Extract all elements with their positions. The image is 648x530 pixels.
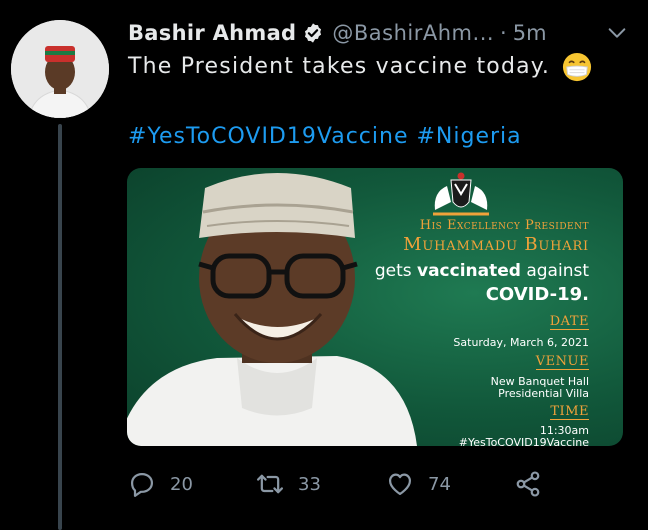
coat-of-arms-icon [433, 172, 489, 216]
author-handle[interactable]: @BashirAhm... [332, 21, 494, 45]
tweet-text-body: The President takes vaccine today. [128, 54, 551, 79]
verified-badge-icon [305, 23, 322, 43]
venue-label: VENUE [535, 354, 589, 370]
share-icon [516, 471, 540, 497]
date-label: DATE [549, 314, 589, 330]
reply-button[interactable]: 20 [128, 467, 193, 501]
like-button[interactable]: 74 [386, 467, 451, 501]
author-avatar[interactable] [11, 20, 109, 118]
like-count: 74 [428, 473, 451, 495]
hashtag-link[interactable]: #YesToCOVID19Vaccine [128, 124, 408, 149]
poster-headline: gets vaccinated against [375, 261, 589, 281]
headline-bold: vaccinated [417, 261, 521, 281]
tweet-time[interactable]: 5m [513, 21, 547, 45]
poster-hashtag: #YesToCOVID19Vaccine [458, 436, 589, 446]
reply-icon [130, 472, 154, 497]
president-photo [127, 173, 417, 446]
avatar-image [11, 20, 109, 118]
poster-covid: COVID-19. [485, 284, 589, 305]
hashtag-link[interactable]: #Nigeria [416, 124, 521, 149]
retweet-button[interactable]: 33 [256, 467, 321, 501]
thread-line [58, 124, 62, 530]
heart-icon [388, 473, 412, 496]
date-value: Saturday, March 6, 2021 [453, 336, 589, 349]
share-button[interactable] [514, 467, 556, 501]
hashtag-line: #YesToCOVID19Vaccine #Nigeria [128, 124, 522, 149]
headline-suffix: against [526, 261, 589, 281]
time-label: TIME [550, 404, 589, 420]
poster-title-line: His Excellency President [419, 218, 589, 233]
face-with-mask-emoji [563, 52, 592, 82]
author-name[interactable]: Bashir Ahmad [128, 21, 296, 45]
poster-name-line: Muhammadu Buhari [403, 234, 589, 255]
tweet-action-bar: 20 33 74 [128, 467, 558, 501]
headline-prefix: gets [374, 261, 412, 281]
retweet-count: 33 [298, 473, 321, 495]
tweet-header: Bashir Ahmad @BashirAhm... · 5m [128, 16, 628, 50]
venue-value-2: Presidential Villa [498, 387, 589, 400]
retweet-icon [256, 474, 284, 494]
tweet-text: The President takes vaccine today. [128, 52, 628, 82]
tweet-media-image[interactable]: His Excellency President Muhammadu Buhar… [127, 168, 623, 446]
separator-dot: · [500, 21, 507, 45]
chevron-down-icon[interactable] [606, 22, 628, 44]
reply-count: 20 [170, 473, 193, 495]
